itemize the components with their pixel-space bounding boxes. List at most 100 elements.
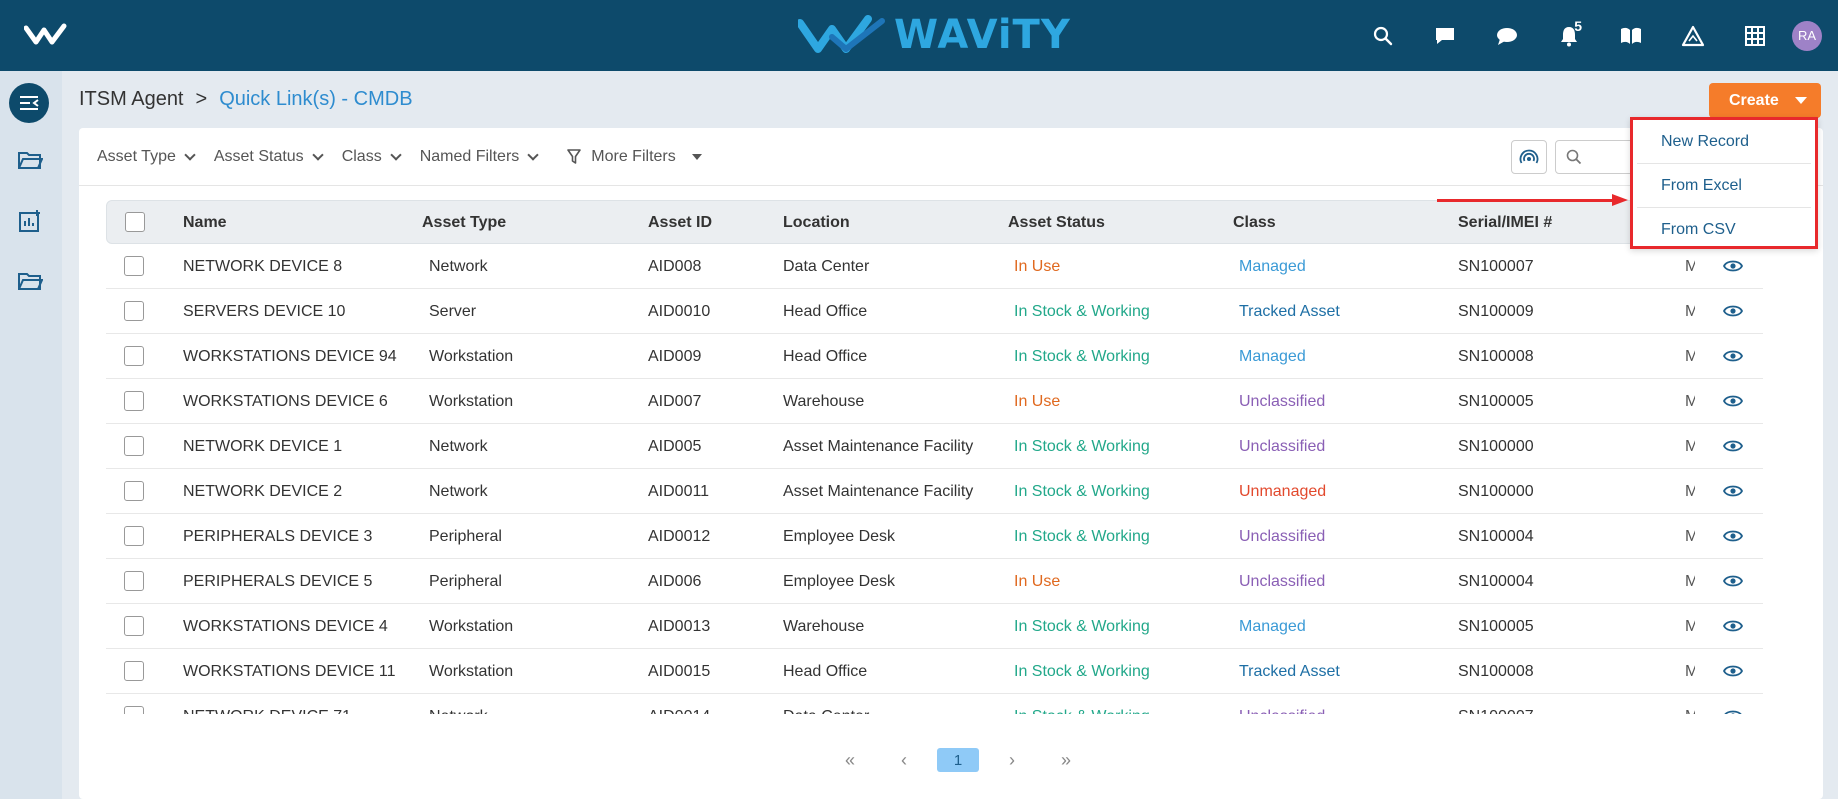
last-page-button[interactable]: » xyxy=(1039,747,1093,773)
table-row[interactable]: PERIPHERALS DEVICE 5 Peripheral AID006 Empl… xyxy=(106,559,1763,604)
column-header-asset-id[interactable]: Asset ID xyxy=(648,201,712,245)
view-eye-icon[interactable] xyxy=(1722,528,1744,549)
row-checkbox[interactable] xyxy=(124,301,144,321)
table-row[interactable]: PERIPHERALS DEVICE 3 Peripheral AID0012 Emp… xyxy=(106,514,1763,559)
grid-icon[interactable] xyxy=(1724,0,1786,71)
alert-triangle-icon[interactable] xyxy=(1662,0,1724,71)
first-page-button[interactable]: « xyxy=(823,747,877,773)
cell-location: Asset Maintenance Facility xyxy=(783,483,974,500)
filter-named-filters[interactable]: Named Filters xyxy=(420,148,539,166)
view-eye-icon[interactable] xyxy=(1722,573,1744,594)
cell-name[interactable]: PERIPHERALS DEVICE 3 xyxy=(183,514,372,559)
report-chart-icon[interactable] xyxy=(16,207,44,235)
cell-name[interactable]: NETWORK DEVICE 71 xyxy=(183,694,351,714)
view-eye-icon[interactable] xyxy=(1722,393,1744,414)
cell-name[interactable]: NETWORK DEVICE 1 xyxy=(183,424,342,469)
column-header-asset-type[interactable]: Asset Type xyxy=(422,201,506,245)
filter-funnel-icon xyxy=(567,148,582,164)
table-row[interactable]: WORKSTATIONS DEVICE 94 Workstation AID009 H… xyxy=(106,334,1763,379)
view-eye-icon[interactable] xyxy=(1722,258,1744,279)
scan-button[interactable] xyxy=(1511,140,1547,174)
table-row[interactable]: WORKSTATIONS DEVICE 6 Workstation AID007 Wa… xyxy=(106,379,1763,424)
table-row[interactable]: WORKSTATIONS DEVICE 11 Workstation AID0015… xyxy=(106,649,1763,694)
app-logo-icon[interactable] xyxy=(24,22,72,48)
menu-item-new-record[interactable]: New Record xyxy=(1637,120,1811,164)
table-row[interactable]: WORKSTATIONS DEVICE 4 Workstation AID0013 W… xyxy=(106,604,1763,649)
filter-asset-type[interactable]: Asset Type xyxy=(97,148,196,166)
view-eye-icon[interactable] xyxy=(1722,348,1744,369)
create-dropdown-menu: New Record From Excel From CSV xyxy=(1630,117,1818,249)
chat-icon[interactable] xyxy=(1414,0,1476,71)
menu-item-from-csv[interactable]: From CSV xyxy=(1637,208,1811,252)
more-filters-button[interactable]: More Filters xyxy=(567,148,702,166)
row-checkbox[interactable] xyxy=(124,391,144,411)
breadcrumb-current[interactable]: Quick Link(s) - CMDB xyxy=(219,88,412,111)
create-button[interactable]: Create xyxy=(1709,83,1821,118)
table-header: Name Asset Type Asset ID Location Asset … xyxy=(106,200,1763,244)
column-header-asset-status[interactable]: Asset Status xyxy=(1008,201,1105,245)
select-all-checkbox[interactable] xyxy=(125,212,145,232)
folder-open-icon[interactable] xyxy=(16,267,44,295)
table-row[interactable]: SERVERS DEVICE 10 Server AID0010 Head Offic… xyxy=(106,289,1763,334)
table-row[interactable]: NETWORK DEVICE 8 Network AID008 Data Center… xyxy=(106,244,1763,289)
next-page-button[interactable]: › xyxy=(985,747,1039,773)
comment-icon[interactable] xyxy=(1476,0,1538,71)
cell-asset-status: In Stock & Working xyxy=(1014,348,1150,365)
cell-serial: SN100008 xyxy=(1458,663,1534,680)
cell-serial: SN100000 xyxy=(1458,438,1534,455)
row-checkbox[interactable] xyxy=(124,706,144,714)
search-icon xyxy=(1566,149,1582,165)
filter-asset-status-label: Asset Status xyxy=(213,147,304,165)
row-checkbox[interactable] xyxy=(124,256,144,276)
cell-class: Unclassified xyxy=(1239,528,1326,545)
prev-page-button[interactable]: ‹ xyxy=(877,747,931,773)
row-checkbox[interactable] xyxy=(124,661,144,681)
row-checkbox[interactable] xyxy=(124,436,144,456)
column-header-name[interactable]: Name xyxy=(183,201,227,245)
cell-location: Employee Desk xyxy=(783,528,896,545)
cell-asset-type: Workstation xyxy=(429,663,514,680)
view-eye-icon[interactable] xyxy=(1722,483,1744,504)
filter-class[interactable]: Class xyxy=(342,148,402,166)
top-header: WAViTY 5 RA xyxy=(0,0,1838,71)
cell-name[interactable]: WORKSTATIONS DEVICE 11 xyxy=(183,649,395,694)
search-icon[interactable] xyxy=(1352,0,1414,71)
row-checkbox[interactable] xyxy=(124,571,144,591)
view-eye-icon[interactable] xyxy=(1723,708,1743,714)
view-eye-icon[interactable] xyxy=(1722,663,1744,684)
cell-name[interactable]: NETWORK DEVICE 2 xyxy=(183,469,342,514)
column-header-serial[interactable]: Serial/IMEI # xyxy=(1458,201,1552,245)
row-checkbox[interactable] xyxy=(124,616,144,636)
cell-asset-status: In Use xyxy=(1014,573,1061,590)
user-avatar[interactable]: RA xyxy=(1792,20,1822,51)
cell-class: Unmanaged xyxy=(1239,483,1327,500)
table-row[interactable]: NETWORK DEVICE 1 Network AID005 Asset Maint… xyxy=(106,424,1763,469)
current-page[interactable]: 1 xyxy=(937,748,979,772)
row-checkbox[interactable] xyxy=(124,346,144,366)
view-eye-icon[interactable] xyxy=(1722,303,1744,324)
cell-serial: SN100007 xyxy=(1458,694,1534,714)
view-eye-icon[interactable] xyxy=(1722,618,1744,639)
breadcrumb-root[interactable]: ITSM Agent xyxy=(79,88,184,111)
table-row[interactable]: NETWORK DEVICE 71 Network AID0014 Data Cent… xyxy=(106,694,1763,714)
row-checkbox[interactable] xyxy=(124,481,144,501)
sidebar-toggle-button[interactable] xyxy=(9,83,49,123)
column-header-class[interactable]: Class xyxy=(1233,201,1276,245)
view-eye-icon[interactable] xyxy=(1722,438,1744,459)
filter-asset-status[interactable]: Asset Status xyxy=(213,147,324,166)
cell-name[interactable]: PERIPHERALS DEVICE 5 xyxy=(183,559,372,604)
cell-asset-type: Network xyxy=(429,438,488,455)
bell-icon[interactable]: 5 xyxy=(1538,0,1600,71)
cell-name[interactable]: WORKSTATIONS DEVICE 4 xyxy=(183,604,388,649)
caret-down-icon[interactable] xyxy=(1795,97,1807,104)
column-header-location[interactable]: Location xyxy=(783,201,850,245)
table-row[interactable]: NETWORK DEVICE 2 Network AID0011 Asset Main… xyxy=(106,469,1763,514)
folder-icon[interactable] xyxy=(16,146,44,174)
row-checkbox[interactable] xyxy=(124,526,144,546)
cell-name[interactable]: NETWORK DEVICE 8 xyxy=(183,244,342,289)
menu-item-from-excel[interactable]: From Excel xyxy=(1637,164,1811,208)
cell-name[interactable]: WORKSTATIONS DEVICE 6 xyxy=(183,379,388,424)
cell-name[interactable]: SERVERS DEVICE 10 xyxy=(183,289,345,334)
book-icon[interactable] xyxy=(1600,0,1662,71)
cell-name[interactable]: WORKSTATIONS DEVICE 94 xyxy=(183,334,397,379)
